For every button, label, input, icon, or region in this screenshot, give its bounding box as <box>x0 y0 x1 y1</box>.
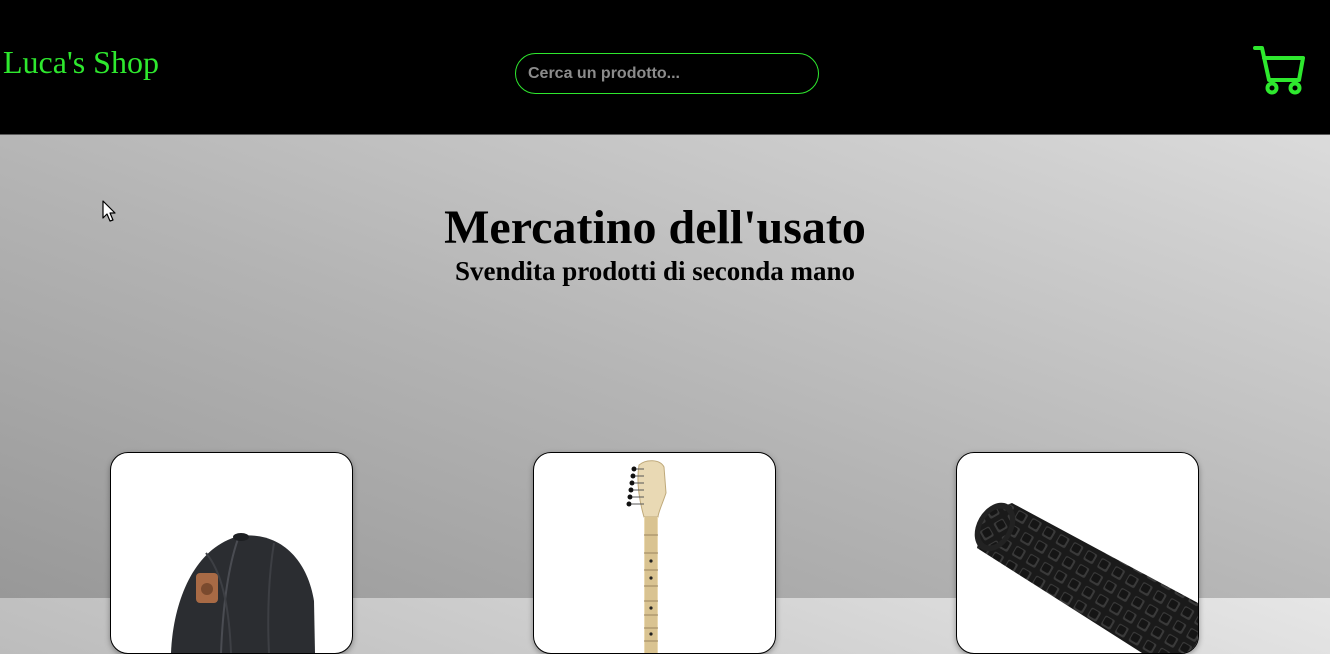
cap-image <box>171 533 315 653</box>
product-card-cap[interactable] <box>110 452 353 654</box>
guitar-image <box>626 460 667 653</box>
product-card-guitar[interactable] <box>533 452 776 654</box>
navbar: Luca's Shop <box>0 0 1330 135</box>
hero-title: Mercatino dell'usato <box>444 201 866 254</box>
shopping-cart-icon[interactable] <box>1252 44 1306 98</box>
hero-subtitle: Svendita prodotti di seconda mano <box>454 256 856 286</box>
product-card-foam-roller[interactable] <box>956 452 1199 654</box>
foam-roller-image <box>974 502 1198 653</box>
brand-title[interactable]: Luca's Shop <box>3 44 159 81</box>
search-input[interactable] <box>515 53 819 94</box>
mouse-cursor-icon <box>102 200 116 222</box>
